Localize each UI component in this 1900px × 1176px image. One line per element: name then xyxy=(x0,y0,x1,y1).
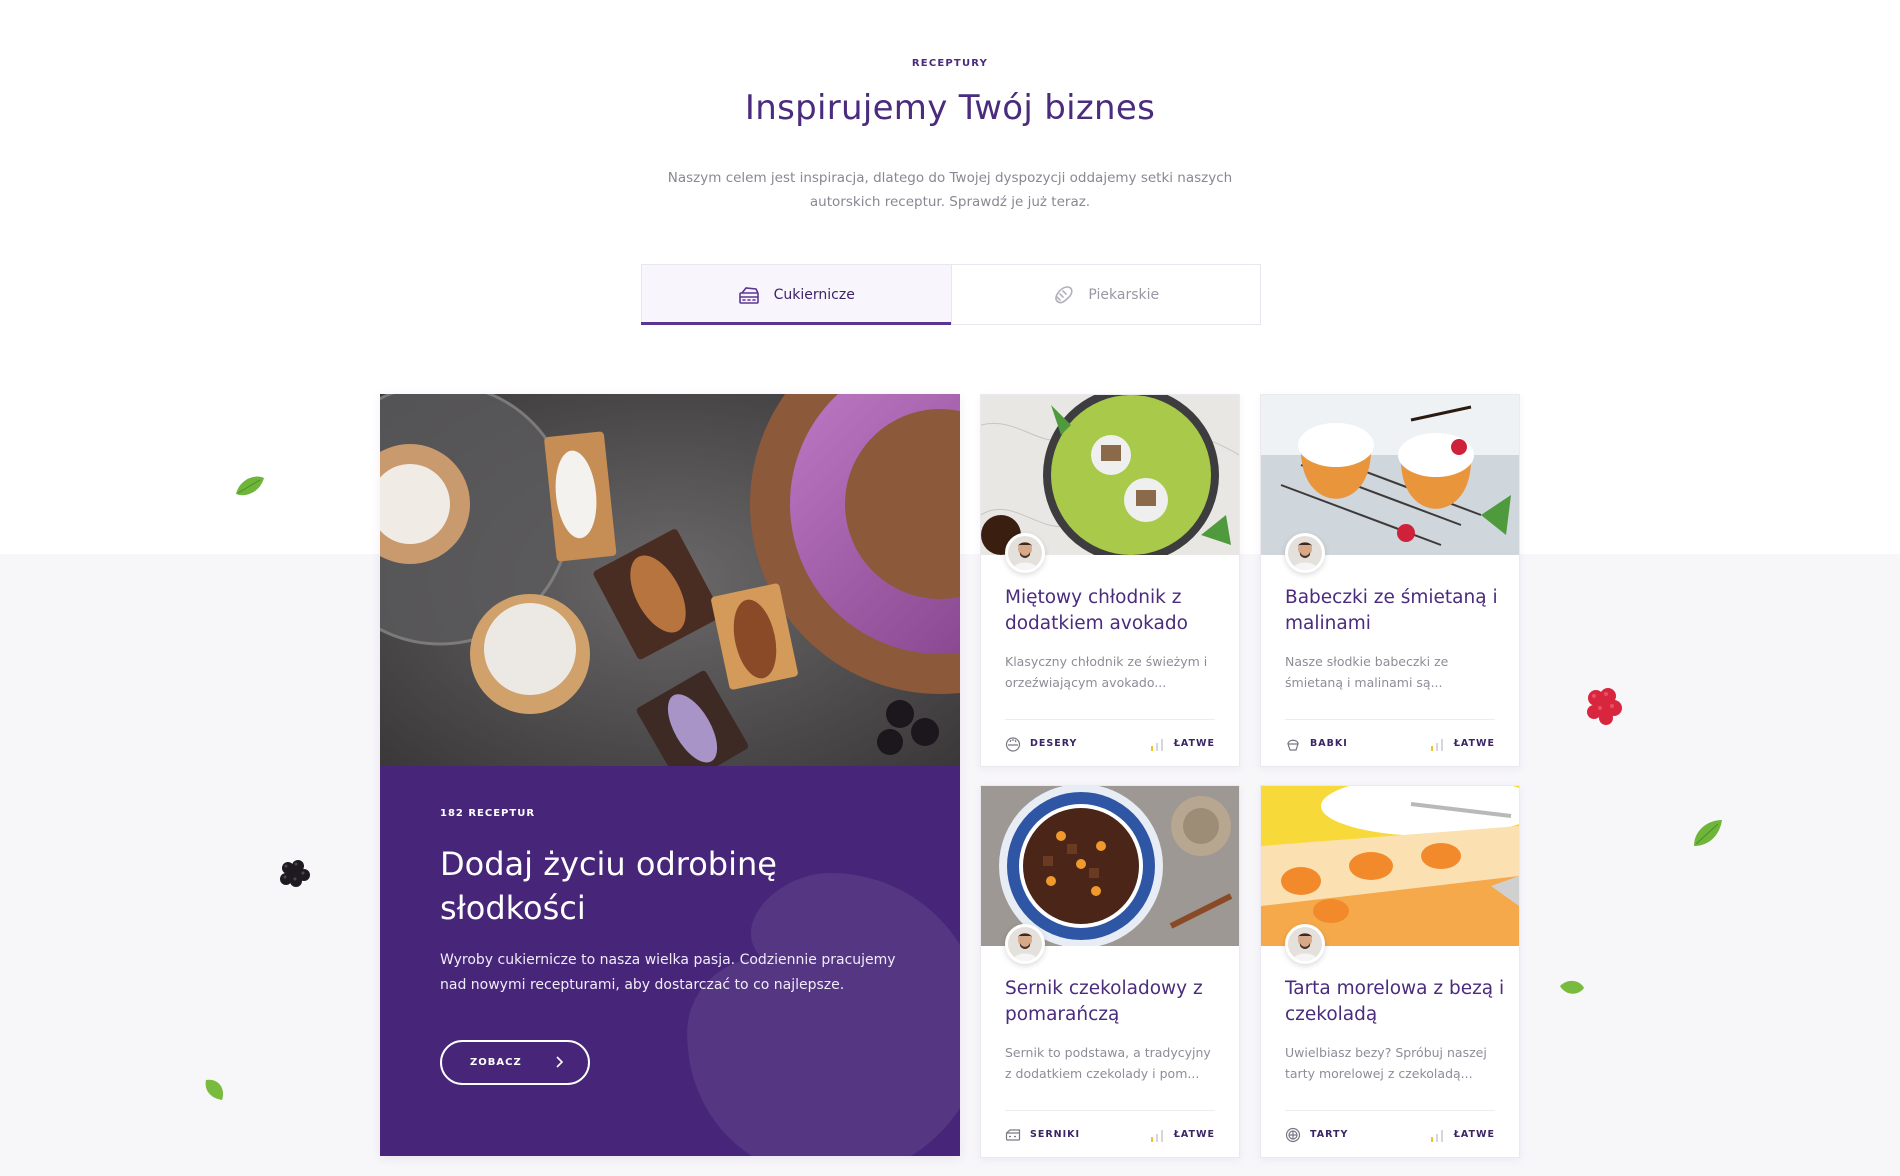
raspberry-icon xyxy=(1587,688,1622,725)
mint-leaf-icon xyxy=(205,1079,224,1100)
dessert-bowl-icon xyxy=(1005,736,1021,752)
recipe-description: Uwielbiasz bezy? Spróbuj naszej tarty mo… xyxy=(1285,1045,1487,1081)
recipe-card[interactable]: Tarta morelowa z bezą i czekoladą Uwielb… xyxy=(1260,785,1520,1158)
category-label: SERNIKI xyxy=(1030,1129,1081,1140)
section-description: Naszym celem jest inspiracja, dlatego do… xyxy=(667,170,1233,210)
mint-leaf-icon xyxy=(1694,820,1722,846)
chevron-right-icon xyxy=(556,1056,564,1068)
recipe-card[interactable]: Miętowy chłodnik z dodatkiem avokado Kla… xyxy=(980,394,1240,767)
recipe-category: TARTY xyxy=(1285,1127,1348,1143)
tab-label: Cukiernicze xyxy=(773,286,855,303)
difficulty-label: ŁATWE xyxy=(1453,738,1495,749)
tab-piekarskie[interactable]: Piekarskie xyxy=(950,265,1261,324)
tab-label: Piekarskie xyxy=(1088,286,1160,303)
chef-avatar xyxy=(1285,924,1325,964)
recipe-difficulty: ŁATWE xyxy=(1429,736,1495,752)
recipe-category: BABKI xyxy=(1285,736,1348,752)
tart-icon xyxy=(1285,1127,1301,1142)
category-label: DESERY xyxy=(1030,738,1078,749)
button-label: ZOBACZ xyxy=(470,1057,522,1068)
recipe-meta: DESERY ŁATWE xyxy=(1005,719,1215,767)
cheesecake-icon xyxy=(1005,1128,1021,1141)
recipe-card[interactable]: Babeczki ze śmietaną i malinami Nasze sł… xyxy=(1260,394,1520,767)
featured-dessert-photo xyxy=(380,394,960,766)
recipe-card[interactable]: Sernik czekoladowy z pomarańczą Sernik t… xyxy=(980,785,1240,1158)
recipe-difficulty: ŁATWE xyxy=(1429,1127,1495,1143)
recipe-category-tabs: Cukiernicze Piekarskie xyxy=(641,264,1261,325)
see-more-button[interactable]: ZOBACZ xyxy=(440,1040,590,1085)
recipe-difficulty: ŁATWE xyxy=(1149,1127,1215,1143)
cake-icon xyxy=(738,286,759,304)
difficulty-bars-icon xyxy=(1150,1129,1163,1142)
recipe-title[interactable]: Tarta morelowa z bezą i czekoladą xyxy=(1285,976,1505,1028)
featured-description: Wyroby cukiernicze to nasza wielka pasja… xyxy=(440,952,896,993)
recipe-description: Klasyczny chłodnik ze świeżym i orzeźwia… xyxy=(1005,654,1208,690)
recipe-category: SERNIKI xyxy=(1005,1127,1080,1143)
difficulty-bars-icon xyxy=(1430,1129,1443,1142)
recipe-photo xyxy=(981,786,1239,946)
section-eyebrow: RECEPTURY xyxy=(911,58,989,69)
recipe-meta: TARTY ŁATWE xyxy=(1285,1110,1495,1158)
category-label: BABKI xyxy=(1310,738,1348,749)
mint-leaf-icon xyxy=(1560,980,1584,994)
difficulty-label: ŁATWE xyxy=(1173,1129,1215,1140)
recipe-count: 182 RECEPTUR xyxy=(440,808,536,819)
recipe-meta: BABKI ŁATWE xyxy=(1285,719,1495,767)
recipe-title[interactable]: Sernik czekoladowy z pomarańczą xyxy=(1005,976,1225,1028)
recipe-category: DESERY xyxy=(1005,736,1077,752)
recipe-difficulty: ŁATWE xyxy=(1149,736,1215,752)
category-label: TARTY xyxy=(1310,1129,1349,1140)
recipe-photo xyxy=(1261,395,1519,555)
bread-icon xyxy=(1055,285,1073,303)
difficulty-bars-icon xyxy=(1430,738,1443,751)
tab-cukiernicze[interactable]: Cukiernicze xyxy=(641,265,951,325)
recipe-title[interactable]: Miętowy chłodnik z dodatkiem avokado xyxy=(1005,585,1225,637)
recipe-photo xyxy=(981,395,1239,555)
recipe-description: Sernik to podstawa, a tradycyjny z dodat… xyxy=(1005,1045,1211,1081)
recipe-description: Nasze słodkie babeczki ze śmietaną i mal… xyxy=(1285,654,1449,690)
chef-avatar xyxy=(1285,533,1325,573)
recipe-title[interactable]: Babeczki ze śmietaną i malinami xyxy=(1285,585,1505,637)
featured-title: Dodaj życiu odrobinę słodkości xyxy=(440,845,777,927)
difficulty-bars-icon xyxy=(1150,738,1163,751)
recipe-meta: SERNIKI ŁATWE xyxy=(1005,1110,1215,1158)
chef-avatar xyxy=(1005,533,1045,573)
difficulty-label: ŁATWE xyxy=(1173,738,1215,749)
blackberry-icon xyxy=(280,860,310,887)
recipe-photo xyxy=(1261,786,1519,946)
difficulty-label: ŁATWE xyxy=(1453,1129,1495,1140)
chef-avatar xyxy=(1005,924,1045,964)
featured-content: 182 RECEPTUR Dodaj życiu odrobinę słodko… xyxy=(380,766,960,1156)
section-title: Inspirujemy Twój biznes xyxy=(744,88,1156,128)
mint-leaf-icon xyxy=(236,476,264,496)
featured-category-card: 182 RECEPTUR Dodaj życiu odrobinę słodko… xyxy=(380,394,960,1156)
cupcake-icon xyxy=(1287,739,1299,751)
